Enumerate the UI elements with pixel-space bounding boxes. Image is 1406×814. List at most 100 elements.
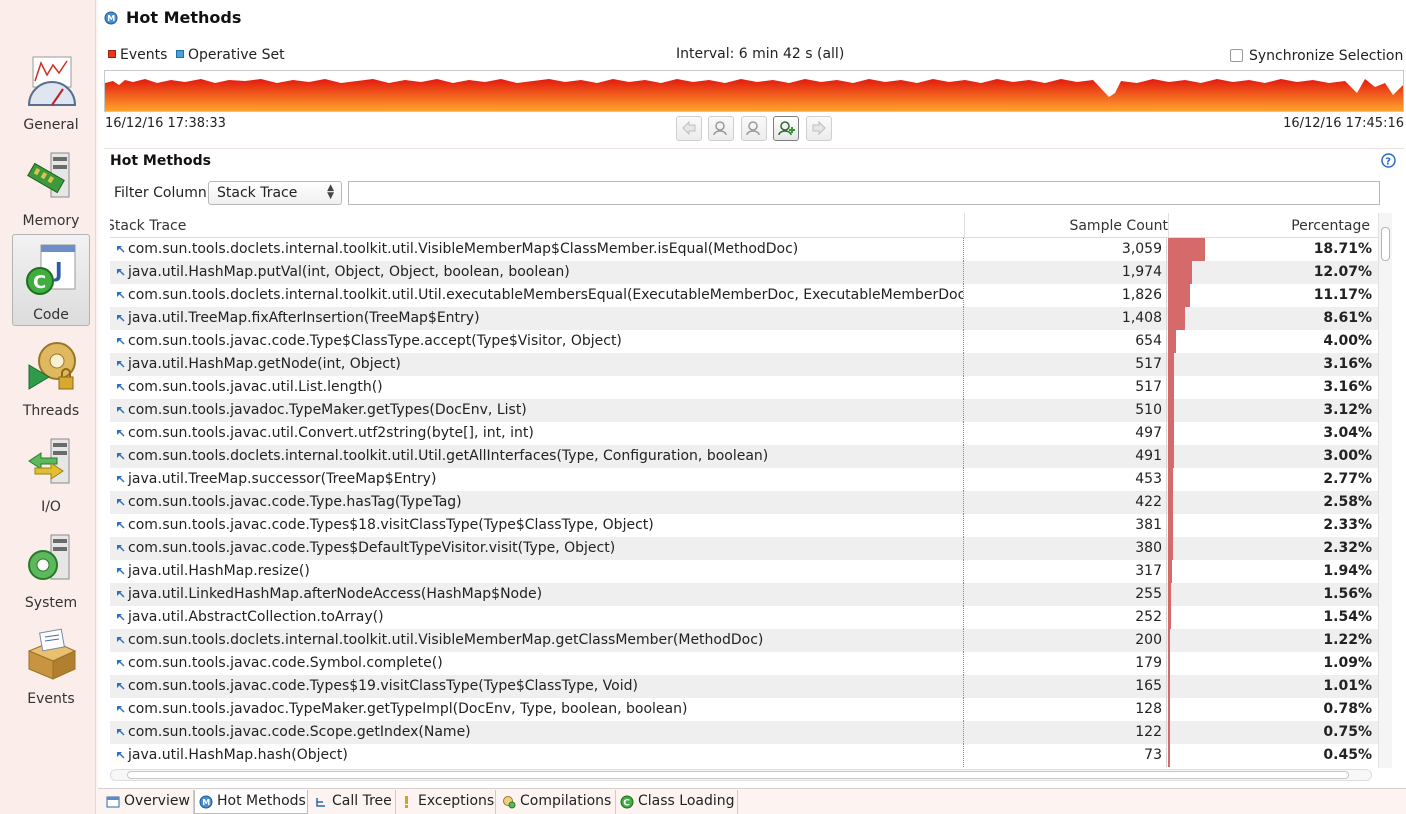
stack-trace-cell[interactable]: java.util.TreeMap.fixAfterInsertion(Tree… <box>110 307 964 330</box>
stack-trace-cell[interactable]: java.util.HashMap.hash(Object) <box>110 744 964 767</box>
stack-trace-cell[interactable]: com.sun.tools.javac.code.Type.hasTag(Typ… <box>110 491 964 514</box>
stack-trace-cell[interactable]: com.sun.tools.doclets.internal.toolkit.u… <box>110 629 964 652</box>
tab-hot-methods[interactable]: M Hot Methods <box>194 790 308 814</box>
stack-trace-cell[interactable]: com.sun.tools.javac.util.List.length() <box>110 376 964 399</box>
table-row[interactable]: java.util.HashMap.hash(Object) 73 0.45% <box>110 744 1378 767</box>
column-header-stack-trace[interactable]: Stack Trace <box>110 218 956 234</box>
checkbox-box[interactable] <box>1230 49 1243 62</box>
synchronize-selection-checkbox[interactable]: Synchronize Selection <box>1230 48 1403 64</box>
stack-trace-cell[interactable]: com.sun.tools.javac.code.Type$ClassType.… <box>110 330 964 353</box>
stack-trace-cell[interactable]: java.util.LinkedHashMap.afterNodeAccess(… <box>110 583 964 606</box>
tab-overview[interactable]: Overview <box>102 790 194 814</box>
table-row[interactable]: java.util.TreeMap.fixAfterInsertion(Tree… <box>110 307 1378 330</box>
table-row[interactable]: com.sun.tools.javac.code.Types$18.visitC… <box>110 514 1378 537</box>
expand-method-icon[interactable] <box>116 404 126 416</box>
table-row[interactable]: java.util.TreeMap.successor(TreeMap$Entr… <box>110 468 1378 491</box>
table-row[interactable]: java.util.AbstractCollection.toArray() 25… <box>110 606 1378 629</box>
tab-class-loading[interactable]: C Class Loading <box>616 790 738 814</box>
expand-method-icon[interactable] <box>116 749 126 761</box>
stack-trace-cell[interactable]: com.sun.tools.doclets.internal.toolkit.u… <box>110 238 964 261</box>
table-row[interactable]: com.sun.tools.javac.code.Types$19.visitC… <box>110 675 1378 698</box>
stack-trace-cell[interactable]: com.sun.tools.javac.code.Symbol.complete… <box>110 652 964 675</box>
column-header-percentage[interactable]: Percentage <box>1291 218 1370 234</box>
expand-method-icon[interactable] <box>116 358 126 370</box>
stack-trace-cell[interactable]: com.sun.tools.javac.code.Types$18.visitC… <box>110 514 964 537</box>
table-row[interactable]: com.sun.tools.javadoc.TypeMaker.getTypes… <box>110 399 1378 422</box>
tab-call-tree[interactable]: Call Tree <box>310 790 396 814</box>
expand-method-icon[interactable] <box>116 335 126 347</box>
table-row[interactable]: java.util.HashMap.putVal(int, Object, Ob… <box>110 261 1378 284</box>
stack-trace-cell[interactable]: com.sun.tools.javac.code.Types$19.visitC… <box>110 675 964 698</box>
tab-exceptions[interactable]: Exceptions <box>396 790 496 814</box>
vertical-scrollbar-thumb[interactable] <box>1381 227 1390 261</box>
stack-trace-cell[interactable]: com.sun.tools.javadoc.TypeMaker.getTypeI… <box>110 698 964 721</box>
expand-method-icon[interactable] <box>116 703 126 715</box>
back-button[interactable] <box>676 116 702 141</box>
stack-trace-cell[interactable]: com.sun.tools.javadoc.TypeMaker.getTypes… <box>110 399 964 422</box>
expand-method-icon[interactable] <box>116 565 126 577</box>
filter-text-input[interactable] <box>348 181 1380 205</box>
stack-trace-cell[interactable]: com.sun.tools.doclets.internal.toolkit.u… <box>110 284 964 307</box>
stack-trace-cell[interactable]: com.sun.tools.javac.code.Types$DefaultTy… <box>110 537 964 560</box>
zoom-in-button[interactable] <box>741 116 767 141</box>
event-timeline[interactable] <box>104 70 1404 112</box>
expand-method-icon[interactable] <box>116 496 126 508</box>
expand-method-icon[interactable] <box>116 726 126 738</box>
zoom-all-button[interactable] <box>773 116 799 141</box>
table-row[interactable]: com.sun.tools.doclets.internal.toolkit.u… <box>110 284 1378 307</box>
legend-events[interactable]: Events <box>108 47 167 63</box>
table-row[interactable]: com.sun.tools.doclets.internal.toolkit.u… <box>110 238 1378 261</box>
horizontal-scrollbar-thumb[interactable] <box>127 771 1349 779</box>
table-row[interactable]: com.sun.tools.javac.code.Symbol.complete… <box>110 652 1378 675</box>
forward-button[interactable] <box>806 116 832 141</box>
zoom-out-button[interactable] <box>708 116 734 141</box>
column-header-sample-count[interactable]: Sample Count <box>1069 218 1168 234</box>
table-row[interactable]: com.sun.tools.javac.util.Convert.utf2str… <box>110 422 1378 445</box>
help-icon[interactable]: ? <box>1381 153 1396 168</box>
expand-method-icon[interactable] <box>116 588 126 600</box>
expand-method-icon[interactable] <box>116 657 126 669</box>
table-row[interactable]: java.util.HashMap.getNode(int, Object) 51… <box>110 353 1378 376</box>
table-row[interactable]: com.sun.tools.javac.code.Type.hasTag(Typ… <box>110 491 1378 514</box>
nav-general[interactable]: General <box>12 44 90 136</box>
stack-trace-cell[interactable]: java.util.HashMap.putVal(int, Object, Ob… <box>110 261 964 284</box>
filter-column-select[interactable]: Stack Trace ▲ ▼ <box>208 181 342 205</box>
vertical-scrollbar[interactable] <box>1378 213 1392 768</box>
nav-events[interactable]: Events <box>12 618 90 710</box>
expand-method-icon[interactable] <box>116 381 126 393</box>
nav-io[interactable]: I/O <box>12 426 90 518</box>
table-row[interactable]: com.sun.tools.javadoc.TypeMaker.getTypeI… <box>110 698 1378 721</box>
expand-method-icon[interactable] <box>116 450 126 462</box>
expand-method-icon[interactable] <box>116 611 126 623</box>
nav-system[interactable]: System <box>12 522 90 614</box>
horizontal-scrollbar[interactable] <box>110 769 1372 781</box>
nav-threads[interactable]: Threads <box>12 330 90 422</box>
table-row[interactable]: com.sun.tools.doclets.internal.toolkit.u… <box>110 445 1378 468</box>
expand-method-icon[interactable] <box>116 680 126 692</box>
expand-method-icon[interactable] <box>116 266 126 278</box>
expand-method-icon[interactable] <box>116 473 126 485</box>
stack-trace-cell[interactable]: com.sun.tools.javac.code.Scope.getIndex(… <box>110 721 964 744</box>
table-row[interactable]: com.sun.tools.doclets.internal.toolkit.u… <box>110 629 1378 652</box>
expand-method-icon[interactable] <box>116 542 126 554</box>
expand-method-icon[interactable] <box>116 634 126 646</box>
expand-method-icon[interactable] <box>116 427 126 439</box>
nav-code[interactable]: J C Code <box>12 234 90 326</box>
expand-method-icon[interactable] <box>116 289 126 301</box>
expand-method-icon[interactable] <box>116 312 126 324</box>
table-row[interactable]: com.sun.tools.javac.code.Scope.getIndex(… <box>110 721 1378 744</box>
table-row[interactable]: com.sun.tools.javac.code.Type$ClassType.… <box>110 330 1378 353</box>
table-row[interactable]: com.sun.tools.javac.util.List.length() 51… <box>110 376 1378 399</box>
nav-memory[interactable]: Memory <box>12 140 90 232</box>
stack-trace-cell[interactable]: java.util.TreeMap.successor(TreeMap$Entr… <box>110 468 964 491</box>
tab-compilations[interactable]: Compilations <box>498 790 616 814</box>
stack-trace-cell[interactable]: com.sun.tools.doclets.internal.toolkit.u… <box>110 445 964 468</box>
table-row[interactable]: com.sun.tools.javac.code.Types$DefaultTy… <box>110 537 1378 560</box>
stack-trace-cell[interactable]: java.util.AbstractCollection.toArray() <box>110 606 964 629</box>
expand-method-icon[interactable] <box>116 519 126 531</box>
stack-trace-cell[interactable]: java.util.HashMap.resize() <box>110 560 964 583</box>
table-row[interactable]: java.util.LinkedHashMap.afterNodeAccess(… <box>110 583 1378 606</box>
legend-operative-set[interactable]: Operative Set <box>176 47 285 63</box>
stack-trace-cell[interactable]: java.util.HashMap.getNode(int, Object) <box>110 353 964 376</box>
stack-trace-cell[interactable]: com.sun.tools.javac.util.Convert.utf2str… <box>110 422 964 445</box>
